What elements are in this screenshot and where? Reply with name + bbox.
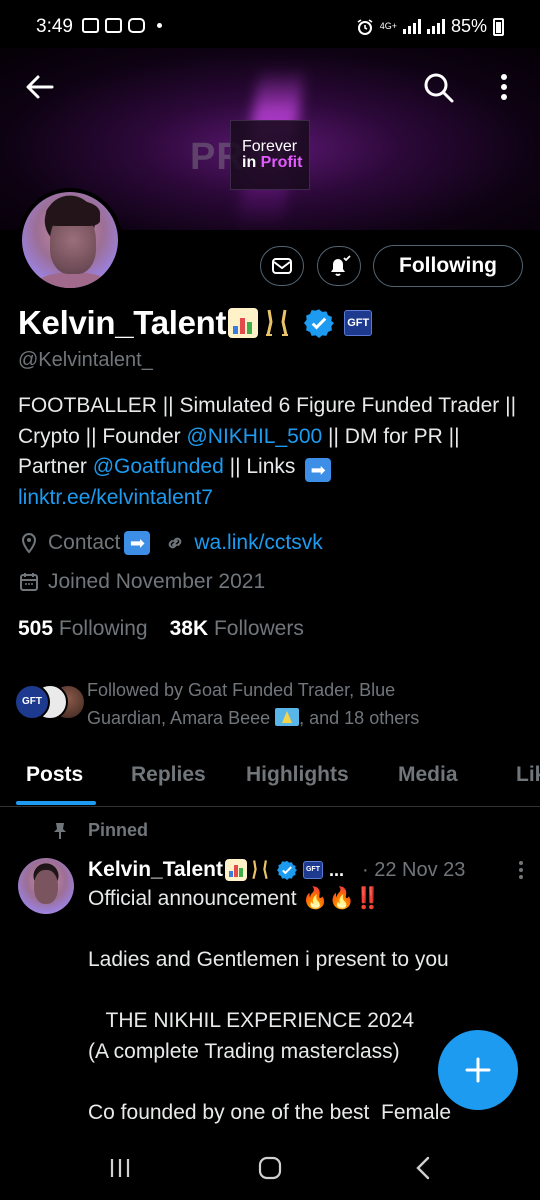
- chart-emoji-icon: [228, 308, 259, 338]
- display-name: Kelvin_Talent: [18, 304, 227, 341]
- back-arrow-icon: [26, 75, 54, 99]
- battery-icon: [493, 17, 504, 36]
- status-time: 3:49: [36, 16, 73, 37]
- following-stat[interactable]: 505 Following: [18, 617, 148, 641]
- link-icon: [169, 537, 182, 549]
- tweet-header: Kelvin_Talent GFT ... · 22 Nov 23: [88, 855, 528, 885]
- tweet-more-icon[interactable]: [514, 859, 528, 881]
- banner-line1: Forever: [242, 138, 298, 155]
- recents-icon[interactable]: [108, 1156, 132, 1180]
- profile-avatar[interactable]: [18, 188, 122, 292]
- banner-line2: in Profit: [242, 154, 303, 171]
- profile-name-row: Kelvin_Talent GFT: [18, 302, 373, 344]
- bio-link[interactable]: linktr.ee/kelvintalent7: [18, 486, 213, 509]
- affiliate-badge: GFT: [302, 861, 323, 879]
- followers-stat[interactable]: 38K Followers: [170, 617, 304, 641]
- network-type: 4G+: [379, 21, 397, 31]
- more-notifications-dot: [157, 23, 162, 28]
- bell-check-icon: [331, 255, 351, 276]
- joined-date: Joined November 2021: [48, 570, 266, 593]
- compose-button[interactable]: [438, 1030, 518, 1110]
- followed-by[interactable]: GFT Followed by Goat Funded Trader, Blue…: [14, 676, 534, 736]
- tab-posts[interactable]: Posts: [26, 763, 83, 787]
- battery-percent: 85%: [450, 16, 487, 36]
- alarm-icon: [357, 18, 373, 35]
- mention-goatfunded[interactable]: @Goatfunded: [93, 455, 224, 478]
- instagram-icon: [128, 18, 145, 33]
- home-icon[interactable]: [258, 1156, 282, 1180]
- profile-tabs: Posts Replies Highlights Media Lik: [0, 745, 540, 807]
- champagne-emoji-icon: [266, 309, 289, 336]
- profile-meta: Contact ➡ wa.link/cctsvk: [18, 531, 323, 555]
- champagne-emoji-icon: [252, 860, 268, 880]
- tab-media[interactable]: Media: [398, 763, 458, 787]
- banner-logo: Forever in Profit: [230, 120, 310, 190]
- mention-nikhil[interactable]: @NIKHIL_500: [186, 425, 322, 448]
- active-tab-indicator: [16, 801, 96, 805]
- pin-icon: [54, 822, 66, 839]
- search-button[interactable]: [420, 69, 456, 105]
- gallery-icon: [105, 18, 122, 33]
- name-truncation: ...: [328, 859, 344, 880]
- affiliate-badge[interactable]: GFT: [344, 310, 373, 336]
- flag-emoji-icon: [275, 708, 300, 726]
- more-options-button[interactable]: [494, 69, 514, 105]
- profile-stats: 505 Following 38K Followers: [18, 617, 304, 641]
- chart-emoji-icon: [224, 859, 247, 881]
- tweet-date[interactable]: · 22 Nov 23: [362, 859, 465, 882]
- tweet-avatar[interactable]: [18, 858, 74, 914]
- pinned-label: Pinned: [52, 820, 148, 841]
- calendar-icon: [82, 18, 99, 33]
- follower-avatar: GFT: [14, 684, 50, 720]
- signal-icon: [402, 19, 421, 34]
- notifications-button[interactable]: [317, 246, 361, 286]
- tweet-author[interactable]: Kelvin_Talent: [88, 858, 223, 882]
- verified-badge-icon: [304, 309, 335, 338]
- profile-handle: @Kelvintalent_: [18, 349, 153, 371]
- notification-icons: [82, 18, 162, 33]
- tab-highlights[interactable]: Highlights: [246, 763, 349, 787]
- back-nav-icon[interactable]: [412, 1156, 436, 1180]
- contact-label: Contact: [48, 531, 121, 554]
- tab-replies[interactable]: Replies: [131, 763, 206, 787]
- back-button[interactable]: [22, 70, 58, 104]
- calendar-icon: [20, 573, 38, 591]
- location-icon: [21, 532, 37, 554]
- followed-by-text: Followed by Goat Funded Trader, Blue Gua…: [87, 680, 420, 728]
- signal-icon-2: [426, 19, 445, 34]
- verified-badge-icon: [276, 860, 297, 880]
- right-arrow-emoji-icon: ➡: [305, 458, 332, 482]
- website-link[interactable]: wa.link/cctsvk: [194, 531, 322, 555]
- joined-row: Joined November 2021: [18, 570, 265, 594]
- mail-icon: [272, 258, 292, 274]
- profile-bio: FOOTBALLER || Simulated 6 Figure Funded …: [18, 394, 517, 509]
- following-button[interactable]: Following: [373, 245, 523, 287]
- system-navigation-bar: [0, 1132, 540, 1200]
- right-arrow-emoji-icon: ➡: [124, 531, 151, 555]
- plus-icon: [465, 1057, 491, 1083]
- tab-likes[interactable]: Lik: [516, 763, 540, 787]
- more-vertical-icon: [501, 74, 507, 100]
- search-icon: [424, 73, 454, 103]
- message-button[interactable]: [260, 246, 304, 286]
- system-icons: 4G+ 85%: [356, 16, 504, 37]
